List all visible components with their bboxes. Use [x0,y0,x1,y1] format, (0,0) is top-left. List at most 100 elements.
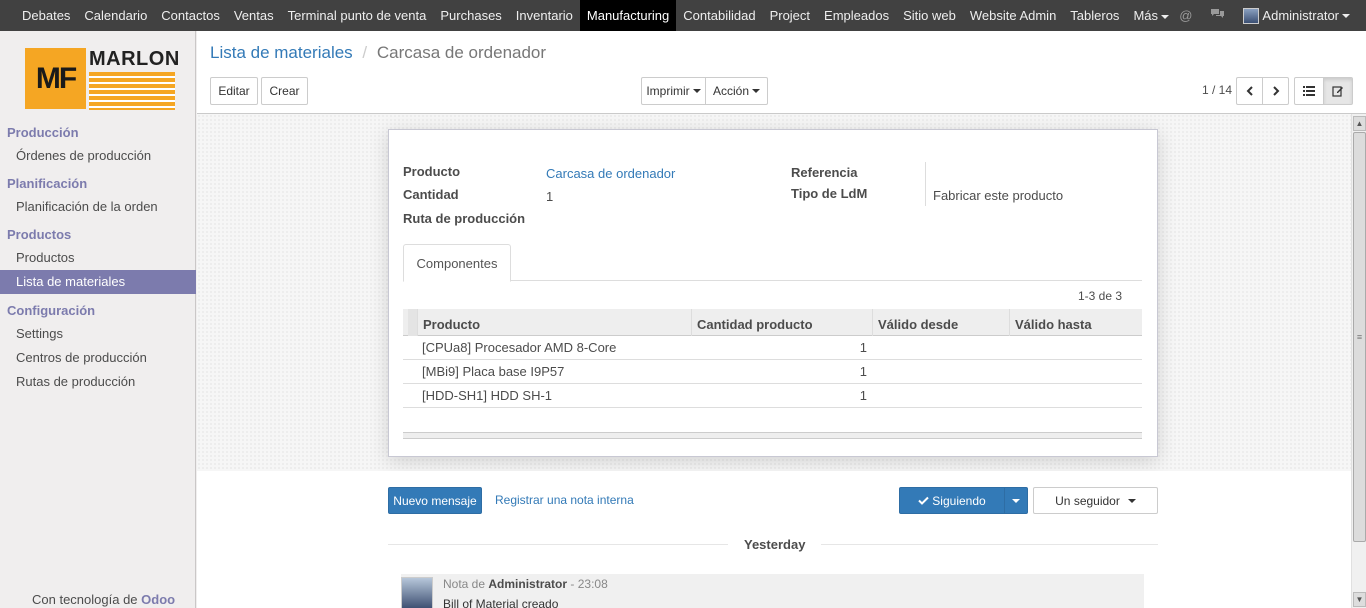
sidebar-section-productos: Productos Productos Lista de materiales [0,224,196,294]
column-cantidad[interactable]: Cantidad producto [691,309,872,336]
field-separator [925,162,926,206]
day-label: Yesterday [728,537,822,552]
chevron-down-icon [692,89,701,93]
sidebar-item-productos[interactable]: Productos [0,246,196,270]
sidebar-heading: Producción [7,125,79,140]
table-row[interactable]: [HDD-SH1] HDD SH-1 1 [403,384,1142,408]
chevron-right-icon [1272,86,1279,96]
chat-bubbles-icon[interactable] [1210,8,1225,23]
menu-calendario[interactable]: Calendario [77,0,154,31]
row-product: [CPUa8] Procesador AMD 8-Core [422,340,617,355]
new-message-button[interactable]: Nuevo mensaje [388,487,482,514]
menu-tableros[interactable]: Tableros [1063,0,1126,31]
row-handle-column [408,309,417,336]
sidebar-item-planificacion-orden[interactable]: Planificación de la orden [0,195,196,219]
company-logo[interactable]: MF MARLON [25,48,179,110]
menu-project[interactable]: Project [763,0,817,31]
menu-manufacturing[interactable]: Manufacturing [579,0,677,31]
powered-by-label: Con tecnología de [32,592,138,607]
bom-type-field[interactable]: Fabricar este producto [933,188,1063,203]
product-field[interactable]: Carcasa de ordenador [546,166,675,181]
menu-website-admin[interactable]: Website Admin [963,0,1063,31]
app-menu: Debates Calendario Contactos Ventas Term… [0,0,1176,31]
table-row[interactable]: [MBi9] Placa base I9P57 1 [403,360,1142,384]
followers-dropdown[interactable]: Un seguidor [1033,487,1158,514]
chevron-down-icon [1127,498,1136,503]
sidebar-item-centros[interactable]: Centros de producción [0,346,196,370]
row-qty: 1 [859,340,867,355]
scroll-thumb[interactable]: ≡ [1353,132,1366,542]
menu-empleados[interactable]: Empleados [817,0,896,31]
chevron-down-icon [752,89,761,93]
create-button[interactable]: Crear [261,77,308,105]
control-panel: Lista de materiales / Carcasa de ordenad… [197,31,1366,114]
menu-debates[interactable]: Debates [15,0,77,31]
user-menu-label[interactable]: Administrator [1262,8,1339,23]
following-button[interactable]: Siguiendo [899,487,1005,514]
systray: @ Administrator [1179,0,1366,31]
chevron-down-icon [1342,13,1350,18]
breadcrumb: Lista de materiales / Carcasa de ordenad… [210,43,546,63]
components-table: Producto Cantidad producto Válido desde … [403,309,1142,408]
form-view-button[interactable] [1323,77,1353,105]
menu-contactos[interactable]: Contactos [154,0,227,31]
following-dropdown-button[interactable] [1004,487,1028,514]
menu-purchases[interactable]: Purchases [433,0,508,31]
edit-button[interactable]: Editar [210,77,258,105]
print-dropdown[interactable]: Imprimir [641,77,706,105]
breadcrumb-current: Carcasa de ordenador [376,43,547,62]
reference-label: Referencia [791,165,858,180]
table-footer [403,432,1142,439]
menu-contabilidad[interactable]: Contabilidad [676,0,762,31]
quantity-field[interactable]: 1 [546,189,553,204]
form-sheet: Producto Carcasa de ordenador Cantidad 1… [388,129,1158,457]
breadcrumb-parent[interactable]: Lista de materiales [210,43,353,62]
list-view-button[interactable] [1294,77,1324,105]
sidebar-heading: Configuración [7,303,96,318]
chevron-left-icon [1246,86,1253,96]
menu-sitio-web[interactable]: Sitio web [896,0,963,31]
menu-terminal-pos[interactable]: Terminal punto de venta [281,0,434,31]
route-label: Ruta de producción [403,211,526,226]
breadcrumb-separator: / [362,43,368,62]
table-row[interactable]: [CPUa8] Procesador AMD 8-Core 1 [403,336,1142,360]
scroll-down-icon[interactable]: ▼ [1353,592,1366,607]
sidebar-item-lista-materiales[interactable]: Lista de materiales [0,270,196,294]
logo-name: MARLON [89,48,180,70]
tab-componentes[interactable]: Componentes [403,244,511,282]
quantity-label: Cantidad [403,187,459,202]
scroll-up-icon[interactable]: ▲ [1353,116,1366,131]
user-avatar[interactable] [1243,7,1260,24]
sidebar-item-ordenes[interactable]: Órdenes de producción [0,144,196,168]
sidebar-section-configuracion: Configuración Settings Centros de produc… [0,300,196,394]
following-label: Siguiendo [932,493,986,508]
powered-by: Con tecnología de Odoo [32,592,175,607]
column-valido-hasta[interactable]: Válido hasta [1009,309,1142,336]
pager-next-button[interactable] [1262,77,1289,105]
message-body: Bill of Material creado [443,597,559,608]
notebook-tabs: Componentes [403,244,1142,282]
row-qty: 1 [859,364,867,379]
row-product: [MBi9] Placa base I9P57 [422,364,565,379]
menu-mas[interactable]: Más [1126,0,1176,31]
menu-ventas[interactable]: Ventas [227,0,281,31]
at-sign-icon[interactable]: @ [1179,8,1192,23]
message-author[interactable]: Administrator [488,577,567,591]
message-time: - 23:08 [570,577,608,591]
column-valido-desde[interactable]: Válido desde [872,309,1009,336]
menu-inventario[interactable]: Inventario [509,0,580,31]
message-meta: Nota de Administrator - 23:08 [443,577,608,591]
table-header: Producto Cantidad producto Válido desde … [403,309,1142,336]
pager-previous-button[interactable] [1236,77,1263,105]
page-scrollbar[interactable]: ▲ ≡ ▼ [1351,114,1366,608]
internal-note-link[interactable]: Registrar una nota interna [495,493,634,507]
powered-by-brand[interactable]: Odoo [141,592,175,607]
record-count: 1-3 de 3 [1078,289,1123,303]
message-prefix: Nota de [443,577,486,591]
action-dropdown[interactable]: Acción [705,77,768,105]
sidebar-item-settings[interactable]: Settings [0,322,196,346]
sidebar-item-rutas[interactable]: Rutas de producción [0,370,196,394]
author-avatar[interactable] [401,577,433,608]
column-producto[interactable]: Producto [417,309,691,336]
logo-stripes [89,72,175,110]
